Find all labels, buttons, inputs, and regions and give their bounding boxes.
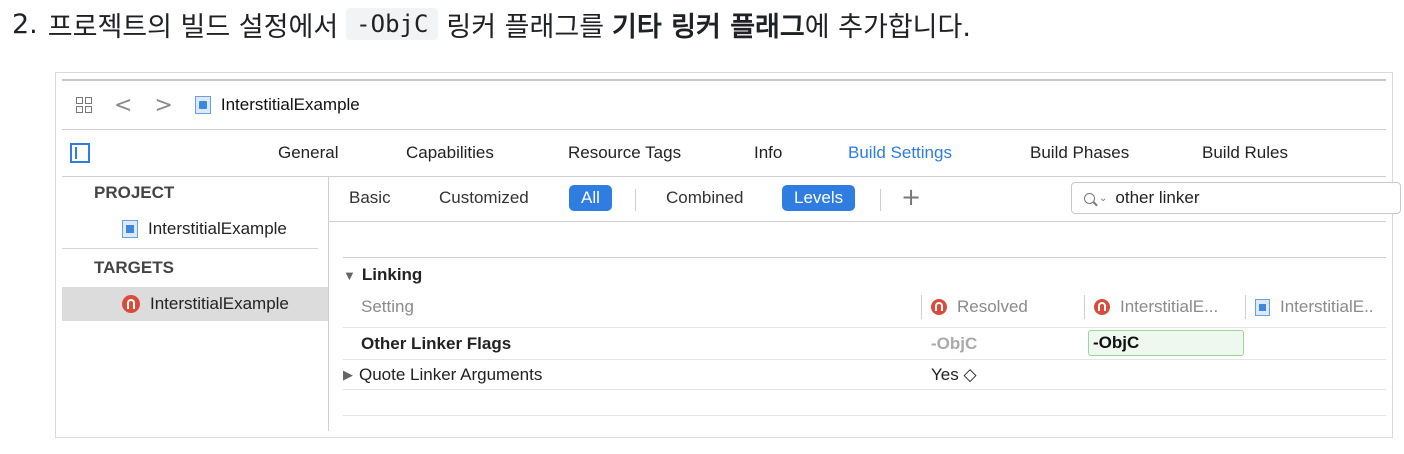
editor-tabs: General Capabilities Resource Tags Info … bbox=[62, 130, 1386, 177]
divider bbox=[343, 327, 1386, 328]
tab-info[interactable]: Info bbox=[754, 143, 782, 163]
breadcrumb-project[interactable]: InterstitialExample bbox=[221, 95, 360, 115]
setting-label: Quote Linker Arguments bbox=[359, 365, 543, 384]
tab-general[interactable]: General bbox=[278, 143, 338, 163]
build-settings-panel: Basic Customized All Combined Levels + ⌄… bbox=[329, 177, 1401, 431]
objc-code: -ObjC bbox=[346, 8, 439, 40]
project-file-icon bbox=[194, 96, 211, 114]
column-label: InterstitialE.. bbox=[1280, 297, 1374, 316]
divider bbox=[343, 257, 1386, 258]
sidebar-item-project[interactable]: InterstitialExample bbox=[62, 212, 328, 246]
sidebar-item-target[interactable]: InterstitialExample bbox=[62, 287, 328, 321]
targets-header: TARGETS bbox=[94, 258, 174, 277]
sidebar-item-label: InterstitialExample bbox=[148, 219, 287, 238]
related-items-icon[interactable] bbox=[76, 97, 92, 113]
search-input[interactable]: other linker bbox=[1115, 188, 1199, 208]
column-project[interactable]: InterstitialE.. bbox=[1255, 297, 1374, 317]
instruction-prefix: 프로젝트의 빌드 설정에서 bbox=[47, 11, 339, 43]
divider bbox=[62, 248, 318, 249]
back-chevron-icon[interactable]: < bbox=[114, 93, 132, 118]
divider bbox=[1084, 295, 1085, 319]
tab-build-settings[interactable]: Build Settings bbox=[848, 143, 952, 163]
quote-linker-value[interactable]: Yes ◇ bbox=[931, 365, 977, 385]
filter-levels[interactable]: Levels bbox=[782, 185, 856, 211]
setting-other-linker-flags[interactable]: Other Linker Flags bbox=[361, 334, 511, 354]
resolved-value: -ObjC bbox=[931, 334, 978, 353]
instruction-bold: 기타 링커 플래그 bbox=[612, 11, 805, 43]
divider bbox=[880, 189, 881, 211]
project-file-icon bbox=[1255, 298, 1270, 316]
filter-combined[interactable]: Combined bbox=[666, 188, 744, 208]
divider bbox=[1245, 295, 1246, 319]
instruction-text: 2. 프로젝트의 빌드 설정에서 -ObjC 링커 플래그를 기타 링커 플래그… bbox=[12, 2, 971, 46]
column-setting[interactable]: Setting bbox=[361, 297, 414, 317]
filter-all[interactable]: All bbox=[569, 185, 612, 211]
step-number: 2. bbox=[12, 8, 38, 40]
search-field[interactable]: ⌄ other linker bbox=[1071, 182, 1401, 214]
forward-chevron-icon[interactable]: > bbox=[154, 93, 172, 118]
divider bbox=[343, 389, 1386, 390]
project-header: PROJECT bbox=[94, 183, 175, 202]
jump-bar: < > InterstitialExample bbox=[62, 79, 1386, 130]
tab-build-rules[interactable]: Build Rules bbox=[1202, 143, 1288, 163]
filter-customized[interactable]: Customized bbox=[439, 188, 529, 208]
setting-quote-linker-arguments[interactable]: ▶ Quote Linker Arguments bbox=[343, 365, 542, 385]
app-target-icon bbox=[122, 295, 140, 313]
divider bbox=[635, 189, 636, 211]
column-target[interactable]: InterstitialE... bbox=[1094, 297, 1218, 317]
disclosure-triangle-icon[interactable]: ▶ bbox=[343, 367, 353, 383]
tab-resource-tags[interactable]: Resource Tags bbox=[568, 143, 681, 163]
sidebar-toggle-icon[interactable] bbox=[70, 143, 90, 163]
project-navigator: PROJECT InterstitialExample TARGETS Inte… bbox=[62, 177, 329, 431]
filter-basic[interactable]: Basic bbox=[349, 188, 391, 208]
other-linker-flags-value[interactable]: -ObjC bbox=[1088, 330, 1244, 356]
xcode-screenshot: < > InterstitialExample General Capabili… bbox=[55, 72, 1401, 438]
disclosure-triangle-icon[interactable]: ▼ bbox=[343, 268, 356, 283]
sidebar-item-label: InterstitialExample bbox=[150, 294, 289, 313]
filter-bar: Basic Customized All Combined Levels + ⌄… bbox=[329, 177, 1401, 222]
section-title: Linking bbox=[361, 265, 423, 284]
instruction-suffix: 에 추가합니다. bbox=[804, 11, 971, 43]
column-resolved[interactable]: Resolved bbox=[931, 297, 1028, 317]
column-label: InterstitialE... bbox=[1120, 297, 1219, 316]
tab-capabilities[interactable]: Capabilities bbox=[406, 143, 494, 163]
divider bbox=[343, 415, 1386, 416]
divider bbox=[343, 359, 1386, 360]
project-file-icon bbox=[122, 220, 138, 238]
chevron-down-icon: ⌄ bbox=[1099, 192, 1108, 204]
column-label: Resolved bbox=[957, 297, 1028, 316]
tab-build-phases[interactable]: Build Phases bbox=[1030, 143, 1129, 163]
divider bbox=[921, 295, 922, 319]
search-icon bbox=[1084, 192, 1095, 204]
app-target-icon bbox=[1094, 299, 1110, 315]
resolved-icon bbox=[931, 299, 947, 315]
add-setting-button[interactable]: + bbox=[901, 183, 921, 211]
section-linking[interactable]: ▼ Linking bbox=[343, 265, 422, 285]
instruction-middle: 링커 플래그를 bbox=[446, 11, 605, 43]
